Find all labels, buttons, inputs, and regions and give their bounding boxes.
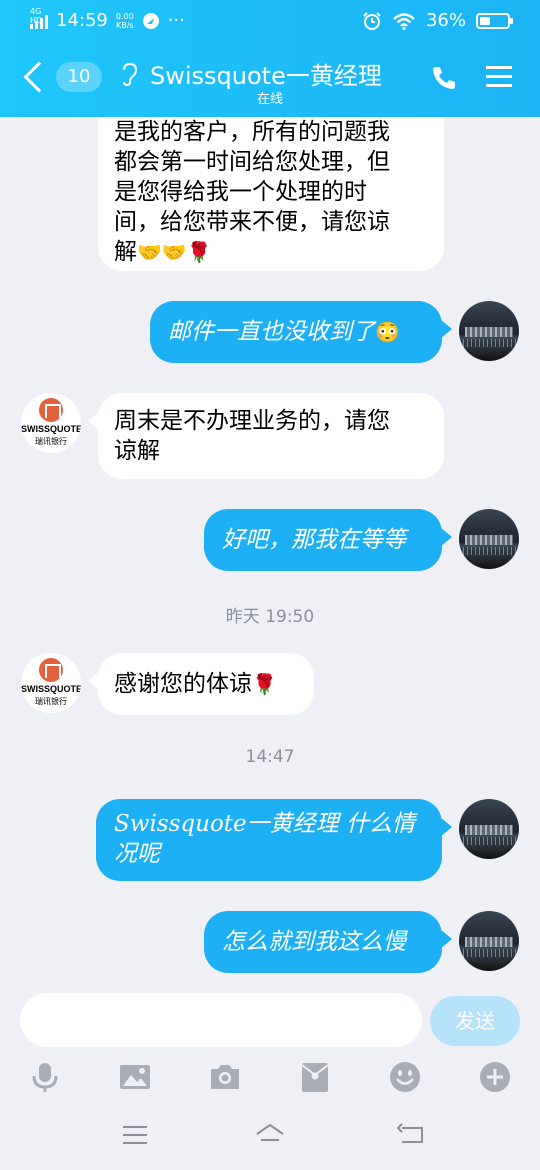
camera-icon[interactable] [208,1060,242,1094]
status-bar: 4G HD 14:59 0.00 KB/s ··· 36% [0,0,540,42]
user-avatar[interactable] [459,509,519,569]
message-line: 是您得给我一个处理的时 [114,179,367,205]
message-bubble-incoming[interactable]: 感谢您的体谅🌹 [88,653,314,715]
user-avatar[interactable] [459,301,519,361]
network-type: 4G HD [30,6,43,25]
message-line: 况呢 [114,841,160,867]
plus-icon[interactable] [478,1060,512,1094]
send-button[interactable]: 发送 [430,996,520,1046]
mic-icon[interactable] [28,1060,62,1094]
net-speed: 0.00 KB/s [116,12,134,30]
red-packet-icon[interactable] [298,1060,332,1094]
message-line: 间，给您带来不便，请您谅 [114,209,390,235]
message-line: 解🤝🤝🌹 [114,239,212,265]
user-avatar[interactable] [459,911,519,971]
online-status: 在线 [256,92,283,107]
message-text: 怎么就到我这么慢 [222,929,406,955]
net-speed-unit: KB/s [115,20,134,30]
message-bubble-outgoing[interactable]: 邮件一直也没收到了😳 [150,301,452,363]
signal-icon: 4G HD [30,7,48,29]
message-bubble-outgoing[interactable]: 好吧，那我在等等 [204,509,452,571]
timestamp: 14:47 [245,747,295,767]
message-bubble-outgoing[interactable]: 怎么就到我这么慢 [204,911,452,973]
input-area: 发送 [0,990,540,1170]
contact-logo-name: SWISSQUOTE [21,424,81,434]
phone-icon[interactable] [430,64,458,92]
contact-logo-sub: 瑞讯银行 [35,437,67,446]
handshake-rose-emoji: 🤝🤝🌹 [137,240,212,264]
swissquote-logo [39,398,63,422]
battery-icon [476,12,513,29]
message-input[interactable] [20,993,422,1047]
contact-avatar[interactable]: SWISSQUOTE 瑞讯银行 [21,653,81,713]
back-icon[interactable] [396,1120,426,1150]
chat-header: 4G HD 14:59 0.00 KB/s ··· 36% 10 Swissqu… [0,0,540,117]
flushed-face-emoji: 😳 [375,320,400,344]
message-text: 感谢您的体谅 [114,671,252,697]
home-icon[interactable] [255,1120,285,1150]
timestamp: 昨天 19:50 [225,607,315,627]
message-list[interactable]: 是我的客户，所有的问题我 都会第一时间给您处理，但 是您得给我一个处理的时 间，… [0,117,540,990]
contact-logo-sub: 瑞讯银行 [35,697,67,706]
message-line: Swissquote一黄经理 什么情 [114,811,415,837]
message-text: 好吧，那我在等等 [222,527,406,553]
user-avatar[interactable] [459,799,519,859]
status-time: 14:59 [56,10,108,31]
image-icon[interactable] [118,1060,152,1094]
menu-icon[interactable] [486,66,512,88]
message-line: 都会第一时间给您处理，但 [114,149,390,175]
message-bubble-outgoing[interactable]: Swissquote一黄经理 什么情 况呢 [96,799,452,881]
menu-icon[interactable] [120,1120,150,1150]
message-bubble-incoming[interactable]: 是我的客户，所有的问题我 都会第一时间给您处理，但 是您得给我一个处理的时 间，… [98,117,444,271]
emoji-icon[interactable] [388,1060,422,1094]
message-bubble-incoming[interactable]: 周末是不办理业务的，请您 谅解 [88,393,444,479]
navigation-icon [142,12,159,29]
alarm-icon [363,11,381,30]
chat-title: Swissquote一黄经理 [150,62,382,90]
swissquote-logo [39,658,63,682]
wifi-icon [393,12,415,30]
battery-percent: 36% [425,10,466,31]
contact-logo-name: SWISSQUOTE [21,684,81,694]
message-line: 周末是不办理业务的，请您 [114,408,390,434]
message-line: 是我的客户，所有的问题我 [114,119,390,145]
rose-emoji: 🌹 [252,672,277,696]
more-notifications: ··· [167,10,185,31]
message-text: 邮件一直也没收到了 [168,319,375,345]
message-line: 谅解 [114,438,160,464]
contact-avatar[interactable]: SWISSQUOTE 瑞讯银行 [21,393,81,453]
net-speed-value: 0.00 [115,11,134,21]
